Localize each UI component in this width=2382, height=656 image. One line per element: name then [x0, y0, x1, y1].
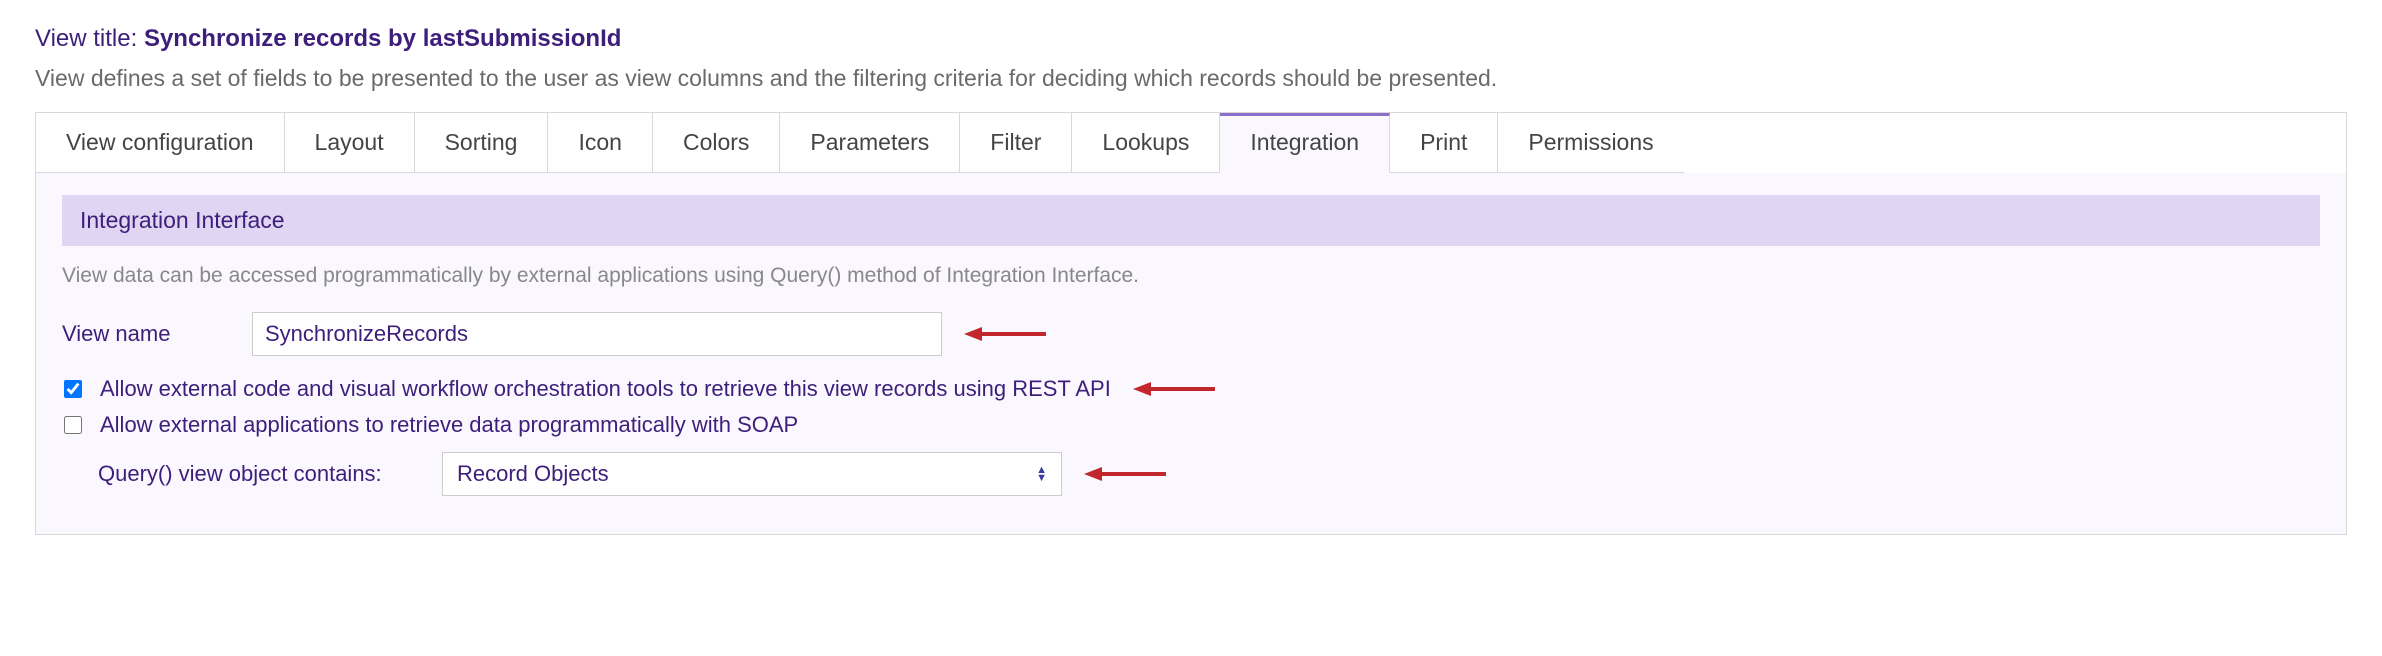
allow-rest-row: Allow external code and visual workflow …	[62, 376, 2320, 402]
query-object-row: Query() view object contains: Record Obj…	[98, 452, 2320, 496]
tab-icon[interactable]: Icon	[548, 113, 652, 173]
tab-label: View configuration	[66, 129, 254, 155]
view-name-row: View name	[62, 312, 2320, 356]
tab-label: Parameters	[810, 129, 929, 155]
view-title-heading: View title: Synchronize records by lastS…	[35, 25, 2347, 53]
allow-rest-checkbox[interactable]	[64, 380, 82, 398]
section-header-integration-interface: Integration Interface	[62, 195, 2320, 246]
allow-soap-label: Allow external applications to retrieve …	[100, 412, 798, 438]
allow-soap-row: Allow external applications to retrieve …	[62, 412, 2320, 438]
view-name-input[interactable]	[252, 312, 942, 356]
view-title-prefix: View title:	[35, 25, 144, 52]
tab-permissions[interactable]: Permissions	[1498, 113, 1683, 173]
integration-panel: Integration Interface View data can be a…	[35, 173, 2347, 535]
tab-filter[interactable]: Filter	[960, 113, 1072, 173]
tab-parameters[interactable]: Parameters	[780, 113, 960, 173]
view-name-label: View name	[62, 321, 252, 347]
allow-soap-checkbox[interactable]	[64, 416, 82, 434]
tab-integration[interactable]: Integration	[1220, 113, 1390, 173]
tab-label: Layout	[315, 129, 384, 155]
view-title-value: Synchronize records by lastSubmissionId	[144, 25, 621, 52]
allow-rest-label: Allow external code and visual workflow …	[100, 376, 1111, 402]
annotation-arrow-icon	[1133, 379, 1215, 399]
annotation-arrow-icon	[1084, 464, 1166, 484]
tab-layout[interactable]: Layout	[285, 113, 415, 173]
tab-sorting[interactable]: Sorting	[415, 113, 549, 173]
tab-lookups[interactable]: Lookups	[1072, 113, 1220, 173]
tab-label: Print	[1420, 129, 1467, 155]
tab-view-configuration[interactable]: View configuration	[36, 113, 285, 173]
tab-label: Integration	[1250, 129, 1359, 155]
select-arrows-icon: ▲▼	[1036, 466, 1047, 482]
annotation-arrow-icon	[964, 324, 1046, 344]
query-object-select[interactable]: Record Objects ▲▼	[442, 452, 1062, 496]
view-description: View defines a set of fields to be prese…	[35, 65, 2347, 92]
tab-label: Lookups	[1102, 129, 1189, 155]
tabs-bar: View configuration Layout Sorting Icon C…	[35, 112, 2347, 173]
tab-label: Colors	[683, 129, 749, 155]
section-description: View data can be accessed programmatical…	[62, 264, 2320, 288]
query-object-value: Record Objects	[457, 461, 1036, 487]
tab-print[interactable]: Print	[1390, 113, 1498, 173]
tab-label: Permissions	[1528, 129, 1653, 155]
tab-label: Filter	[990, 129, 1041, 155]
tab-label: Sorting	[445, 129, 518, 155]
tab-label: Icon	[578, 129, 621, 155]
tab-colors[interactable]: Colors	[653, 113, 780, 173]
query-object-label: Query() view object contains:	[98, 461, 442, 487]
